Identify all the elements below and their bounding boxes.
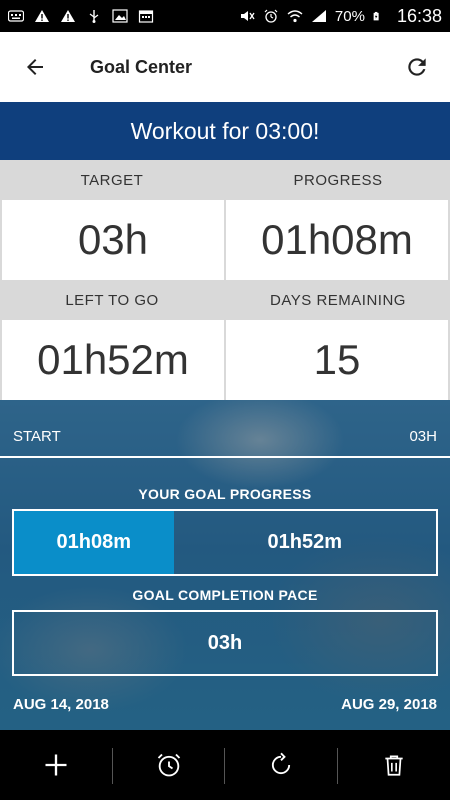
reset-icon — [272, 752, 291, 775]
signal-icon — [311, 10, 326, 22]
refresh-button[interactable] — [394, 44, 440, 90]
progress-remaining-segment: 01h52m — [174, 511, 436, 574]
progress-section: START 03H YOUR GOAL PROGRESS 01h08m 01h5… — [0, 400, 450, 730]
progress-value: 01h08m — [226, 200, 448, 280]
progress-remaining-value: 01h52m — [267, 531, 343, 553]
trash-icon — [385, 755, 403, 776]
alarm-clock-icon — [157, 753, 180, 777]
bottom-toolbar — [0, 730, 450, 800]
battery-percent: 70% — [334, 7, 365, 25]
goal-progress-bar: 01h08m 01h52m — [12, 509, 438, 576]
keyboard-icon — [8, 10, 24, 22]
usb-icon — [89, 10, 99, 23]
target-end-label: 03H — [409, 428, 437, 445]
status-bar: 70% 16:38 — [0, 0, 450, 32]
add-icon — [45, 754, 67, 776]
left-to-go-value: 01h52m — [2, 320, 224, 400]
image-icon — [112, 9, 128, 23]
goal-banner: Workout for 03:00! — [0, 102, 450, 160]
days-remaining-value: 15 — [226, 320, 448, 400]
add-button[interactable] — [0, 730, 113, 800]
app-bar: Goal Center — [0, 32, 450, 102]
goal-progress-title: YOUR GOAL PROGRESS — [138, 486, 312, 502]
progress-done-value: 01h08m — [56, 531, 132, 553]
clock: 16:38 — [396, 5, 442, 26]
pace-bar: 03h — [12, 610, 438, 676]
progress-label: PROGRESS — [226, 160, 450, 200]
pace-title: GOAL COMPLETION PACE — [132, 587, 318, 603]
days-remaining-label: DAYS REMAINING — [226, 280, 450, 320]
calendar-icon — [138, 10, 154, 23]
reminder-button[interactable] — [113, 730, 225, 800]
page-title: Goal Center — [90, 56, 193, 77]
target-label: TARGET — [0, 160, 224, 200]
timeline-divider — [0, 456, 450, 458]
start-label: START — [13, 428, 61, 445]
system-icons: 70% 16:38 — [239, 6, 442, 27]
wifi-icon — [287, 10, 303, 23]
battery-charging-icon — [373, 11, 379, 21]
warning-icon-2 — [61, 10, 75, 22]
start-date: AUG 14, 2018 — [13, 696, 109, 713]
delete-button[interactable] — [338, 730, 450, 800]
arrow-back-icon — [27, 59, 43, 75]
end-date: AUG 29, 2018 — [341, 696, 437, 713]
back-button[interactable] — [0, 32, 70, 102]
notification-icons — [8, 9, 154, 23]
stats-grid: TARGET PROGRESS 03h 01h08m LEFT TO GO DA… — [0, 160, 450, 400]
left-to-go-label: LEFT TO GO — [0, 280, 224, 320]
progress-done-segment: 01h08m — [14, 511, 174, 574]
mute-icon — [240, 11, 255, 21]
target-value: 03h — [2, 200, 224, 280]
reset-button[interactable] — [225, 730, 338, 800]
pace-value: 03h — [207, 631, 243, 654]
refresh-icon — [408, 58, 426, 76]
warning-icon — [35, 10, 49, 22]
alarm-icon — [264, 9, 278, 23]
